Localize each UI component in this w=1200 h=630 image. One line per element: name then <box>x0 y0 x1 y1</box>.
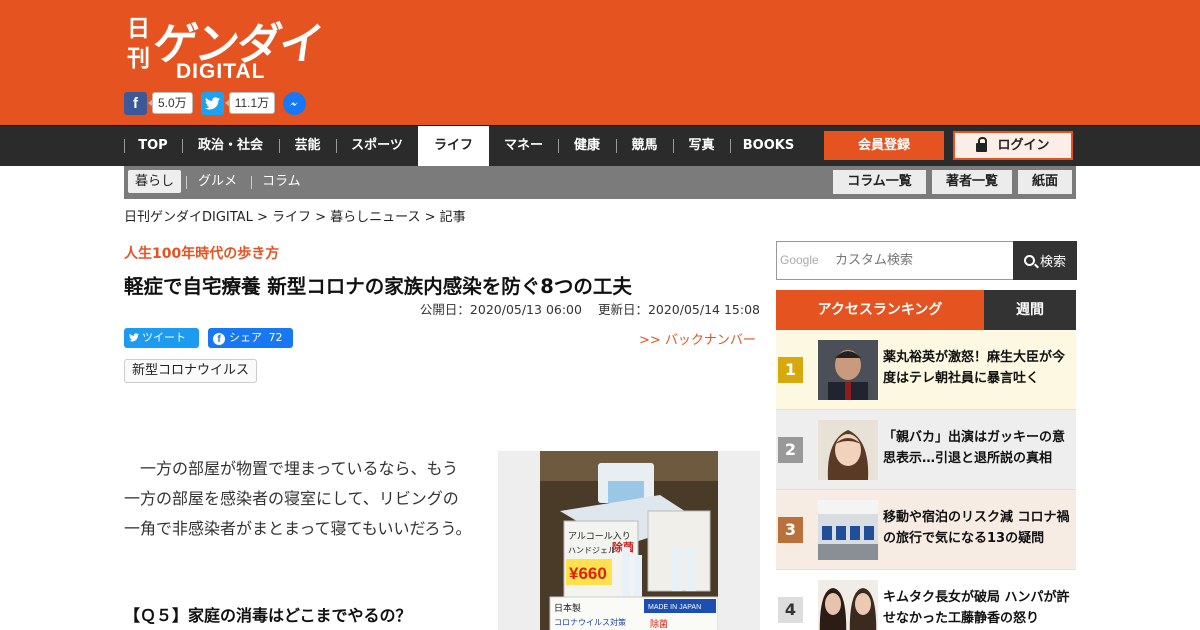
article-title: 軽症で自宅療養 新型コロナの家族内感染を防ぐ8つの工夫 <box>124 275 632 298</box>
rank-number: 4 <box>778 597 803 623</box>
nav-item-entertainment[interactable]: 芸能 <box>279 126 336 166</box>
ranking-header: アクセスランキング 週間 <box>776 290 1076 330</box>
ranking-item[interactable]: 2 「親バカ」出演はガッキーの意思表示…引退と退所説の真相 <box>776 410 1076 490</box>
svg-text:ハンドジェル: ハンドジェル <box>568 546 616 555</box>
svg-text:コロナウイルス対策: コロナウイルス対策 <box>554 617 626 627</box>
search-icon <box>1023 255 1035 266</box>
hand-sanitizer-shelf-image: アルコール入り 除菌 ハンドジェル ¥660 日本製 コロナウイルス対策 MAD… <box>540 451 718 630</box>
twitter-icon <box>129 333 139 342</box>
login-button[interactable]: ログイン <box>953 131 1073 160</box>
subnav-divider <box>186 176 187 189</box>
subnav-item-column[interactable]: コラム <box>262 170 301 193</box>
facebook-icon: f <box>213 333 225 345</box>
nav-item-keiba[interactable]: 競馬 <box>616 126 673 166</box>
ranking-weekly-tab[interactable]: 週間 <box>984 290 1076 330</box>
breadcrumb[interactable]: 日刊ゲンダイDIGITAL > ライフ > 暮らしニュース > 記事 <box>124 206 466 225</box>
nav-item-top[interactable]: TOP <box>124 126 182 166</box>
topic-tag[interactable]: 新型コロナウイルス <box>124 359 258 383</box>
column-list-button[interactable]: コラム一覧 <box>833 170 926 194</box>
rank-number: 2 <box>778 437 803 463</box>
ranking-headline: 「親バカ」出演はガッキーの意思表示…引退と退所説の真相 <box>883 430 1066 466</box>
rank-number: 1 <box>778 357 803 383</box>
ranking-headline: 移動や宿泊のリスク減 コロナ禍の旅行で気になる13の疑問 <box>883 510 1070 546</box>
svg-text:除菌: 除菌 <box>650 618 668 630</box>
svg-text:¥660: ¥660 <box>569 564 607 583</box>
ranking-headline: 薬丸裕英が激怒！麻生大臣が今度はテレ朝社員に暴言吐く <box>883 350 1066 386</box>
subnav-divider <box>251 176 252 189</box>
site-search: Google 検索 <box>776 241 1077 280</box>
search-button[interactable]: 検索 <box>1013 241 1077 280</box>
ranking-thumbnail <box>818 420 878 480</box>
share-count: 72 <box>268 331 283 344</box>
author-list-button[interactable]: 著者一覧 <box>932 170 1012 194</box>
logo-sub: DIGITAL <box>176 60 266 83</box>
svg-text:日本製: 日本製 <box>554 602 581 614</box>
search-input[interactable] <box>777 242 1013 279</box>
ranking-thumbnail <box>818 340 878 400</box>
twitter-count: 11.1万 <box>224 92 276 114</box>
nav-item-sports[interactable]: スポーツ <box>336 126 418 166</box>
rank-number: 3 <box>778 517 803 543</box>
site-header: 日刊 ゲンダイ DIGITAL f 5.0万 11.1万 <box>0 0 1200 125</box>
twitter-icon[interactable] <box>200 91 224 115</box>
facebook-icon[interactable]: f <box>124 91 147 115</box>
facebook-share-button[interactable]: f シェア 72 <box>208 328 293 348</box>
article-dates: 公開日：2020/05/13 06:00 更新日：2020/05/14 15:0… <box>408 299 760 318</box>
main-nav: TOP 政治・社会 芸能 スポーツ ライフ マネー 健康 競馬 写真 BOOKS… <box>0 125 1200 166</box>
ranking-thumbnail <box>818 500 878 560</box>
updated-date: 更新日：2020/05/14 15:08 <box>597 302 760 317</box>
article-kicker[interactable]: 人生100年時代の歩き方 <box>124 243 279 263</box>
login-label: ログイン <box>997 138 1050 153</box>
ranking-item[interactable]: 3 移動や宿泊のリスク減 コロナ禍の旅行で気になる13の疑問 <box>776 490 1076 570</box>
nav-item-books[interactable]: BOOKS <box>730 126 807 166</box>
ranking-title: アクセスランキング <box>776 290 984 330</box>
article-body: 一方の部屋が物置で埋まっているなら、もう一方の部屋を感染者の寝室にして、リビング… <box>124 459 472 538</box>
article-photo-frame: アルコール入り 除菌 ハンドジェル ¥660 日本製 コロナウイルス対策 MAD… <box>498 451 760 630</box>
nav-item-politics[interactable]: 政治・社会 <box>182 126 279 166</box>
logo-kanji: 日刊 <box>127 16 150 72</box>
lock-icon <box>976 137 988 152</box>
ranking-item[interactable]: 1 薬丸裕英が激怒！麻生大臣が今度はテレ朝社員に暴言吐く <box>776 330 1076 410</box>
share-label: シェア <box>229 331 262 344</box>
nav-item-life[interactable]: ライフ <box>418 126 489 166</box>
messenger-icon[interactable] <box>283 91 307 115</box>
ranking-item[interactable]: 4 キムタク長女が破局 ハンパが許せなかった工藤静香の怒り <box>776 570 1076 630</box>
subnav-item-gourmet[interactable]: グルメ <box>198 170 237 193</box>
sub-nav: 暮らし グルメ コラム コラム一覧 著者一覧 紙面 <box>124 166 1076 199</box>
published-date: 公開日：2020/05/13 06:00 <box>419 302 582 317</box>
tweet-button[interactable]: ツイート <box>124 328 199 348</box>
nav-item-health[interactable]: 健康 <box>558 126 616 166</box>
site-logo[interactable]: 日刊 ゲンダイ DIGITAL <box>124 10 325 84</box>
article-photo[interactable]: アルコール入り 除菌 ハンドジェル ¥660 日本製 コロナウイルス対策 MAD… <box>540 451 718 630</box>
back-number-link[interactable]: >> バックナンバー <box>639 329 756 348</box>
ranking-thumbnail <box>818 580 878 630</box>
search-button-label: 検索 <box>1039 255 1066 270</box>
member-register-button[interactable]: 会員登録 <box>824 131 944 160</box>
social-counts: f 5.0万 11.1万 <box>124 91 307 115</box>
subnav-item-kurashi[interactable]: 暮らし <box>128 170 182 193</box>
nav-item-photo[interactable]: 写真 <box>673 126 730 166</box>
paper-button[interactable]: 紙面 <box>1018 170 1072 194</box>
article-subheading: 【Ｑ５】家庭の消毒はどこまでやるの？ <box>124 606 412 625</box>
nav-item-money[interactable]: マネー <box>489 126 558 166</box>
svg-text:MADE IN JAPAN: MADE IN JAPAN <box>648 604 701 611</box>
facebook-count: 5.0万 <box>148 92 193 114</box>
tweet-label: ツイート <box>142 331 186 344</box>
ranking-headline: キムタク長女が破局 ハンパが許せなかった工藤静香の怒り <box>883 590 1070 626</box>
page: 日刊 ゲンダイ DIGITAL f 5.0万 11.1万 TOP 政治・社会 芸… <box>0 0 1200 630</box>
